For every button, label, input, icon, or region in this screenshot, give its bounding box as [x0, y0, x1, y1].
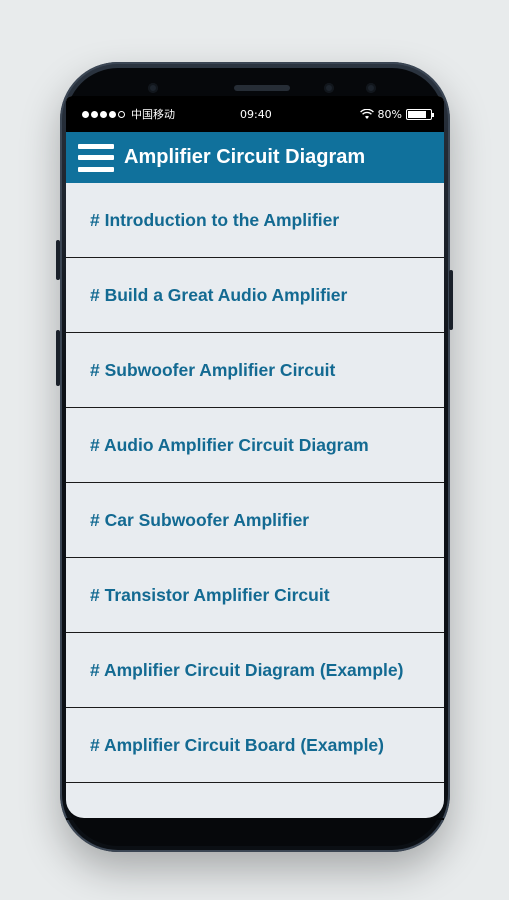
bottom-bezel [66, 818, 444, 820]
list-item[interactable]: # Subwoofer Amplifier Circuit [66, 333, 444, 408]
signal-dot-empty [118, 110, 125, 118]
list-item[interactable]: # Audio Amplifier Circuit Diagram [66, 408, 444, 483]
battery-fill [408, 110, 426, 118]
list-item[interactable]: # Build a Great Audio Amplifier [66, 258, 444, 333]
app-screen: 中国移动 09:40 80% Amplifier Circuit Diagram… [66, 96, 444, 818]
volume-down-button [56, 330, 60, 386]
list-item[interactable]: # Amplifier Circuit Board (Example) [66, 708, 444, 783]
signal-dot [91, 110, 98, 118]
topic-list: # Introduction to the Amplifier # Build … [66, 183, 444, 818]
wifi-icon [359, 108, 374, 119]
signal-dot [82, 110, 89, 118]
front-camera [324, 83, 334, 93]
battery-percent: 80% [377, 107, 402, 121]
list-item[interactable]: # Introduction to the Amplifier [66, 183, 444, 258]
list-item[interactable] [66, 783, 444, 818]
signal-dot [100, 110, 107, 118]
status-time: 09:40 [240, 107, 272, 121]
status-bar: 中国移动 09:40 80% [66, 96, 444, 132]
sensor-left [148, 83, 158, 93]
speaker-grille [234, 85, 290, 91]
list-item[interactable]: # Car Subwoofer Amplifier [66, 483, 444, 558]
volume-up-button [56, 240, 60, 280]
battery-icon [406, 108, 434, 120]
list-item[interactable]: # Transistor Amplifier Circuit [66, 558, 444, 633]
list-item[interactable]: # Amplifier Circuit Diagram (Example) [66, 633, 444, 708]
signal-icon [82, 110, 125, 118]
sensor [366, 83, 376, 93]
app-bar: Amplifier Circuit Diagram [66, 132, 444, 183]
status-right: 80% [359, 107, 434, 121]
carrier-name: 中国移动 [131, 108, 175, 121]
signal-dot [109, 110, 116, 118]
power-button [449, 270, 453, 330]
app-title: Amplifier Circuit Diagram [124, 146, 366, 168]
hamburger-menu-icon[interactable] [78, 142, 114, 174]
